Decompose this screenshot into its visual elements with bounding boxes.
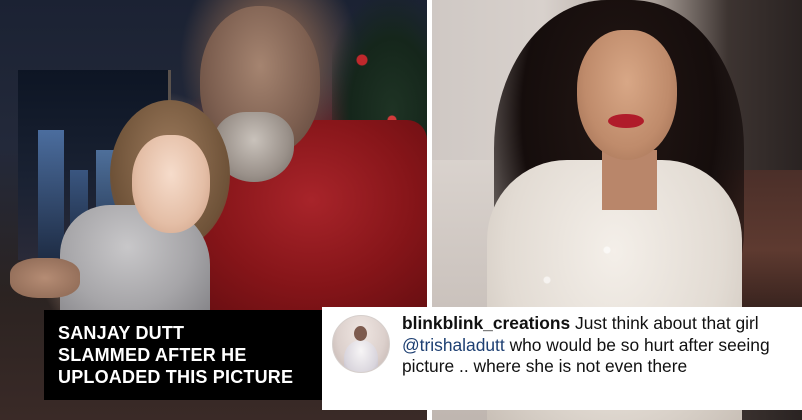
avatar-figure-dress xyxy=(344,340,378,372)
headline-banner: SANJAY DUTT SLAMMED AFTER HE UPLOADED TH… xyxy=(44,310,322,400)
headline-line-1: SANJAY DUTT xyxy=(58,323,185,343)
comment-text: blinkblink_creations Just think about th… xyxy=(402,313,796,378)
man-hand xyxy=(10,258,80,298)
avatar-figure-head xyxy=(354,326,367,341)
instagram-comment: blinkblink_creations Just think about th… xyxy=(322,307,802,410)
commenter-avatar xyxy=(332,315,390,373)
headline-line-2: SLAMMED AFTER HE xyxy=(58,345,247,365)
building-1 xyxy=(38,130,64,260)
headline-text: SANJAY DUTT SLAMMED AFTER HE UPLOADED TH… xyxy=(44,322,293,388)
comment-mention: @trishaladutt xyxy=(402,334,505,355)
woman-red-lips xyxy=(608,114,644,128)
headline-line-3: UPLOADED THIS PICTURE xyxy=(58,367,294,387)
comment-text-part-1: Just think about that girl xyxy=(570,313,759,333)
girl-face xyxy=(132,135,210,233)
collage-image: SANJAY DUTT SLAMMED AFTER HE UPLOADED TH… xyxy=(0,0,802,420)
comment-username: blinkblink_creations xyxy=(402,313,571,333)
woman-face xyxy=(577,30,677,160)
